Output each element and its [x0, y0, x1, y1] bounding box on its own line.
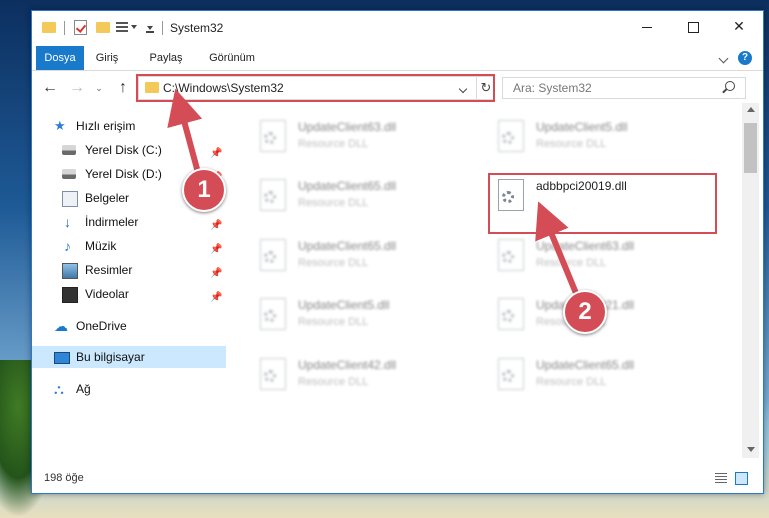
step-badge-1: 1 [182, 168, 226, 212]
arrow-to-file [535, 201, 581, 300]
step-badge-2: 2 [563, 290, 607, 334]
callout-arrows [167, 88, 581, 300]
